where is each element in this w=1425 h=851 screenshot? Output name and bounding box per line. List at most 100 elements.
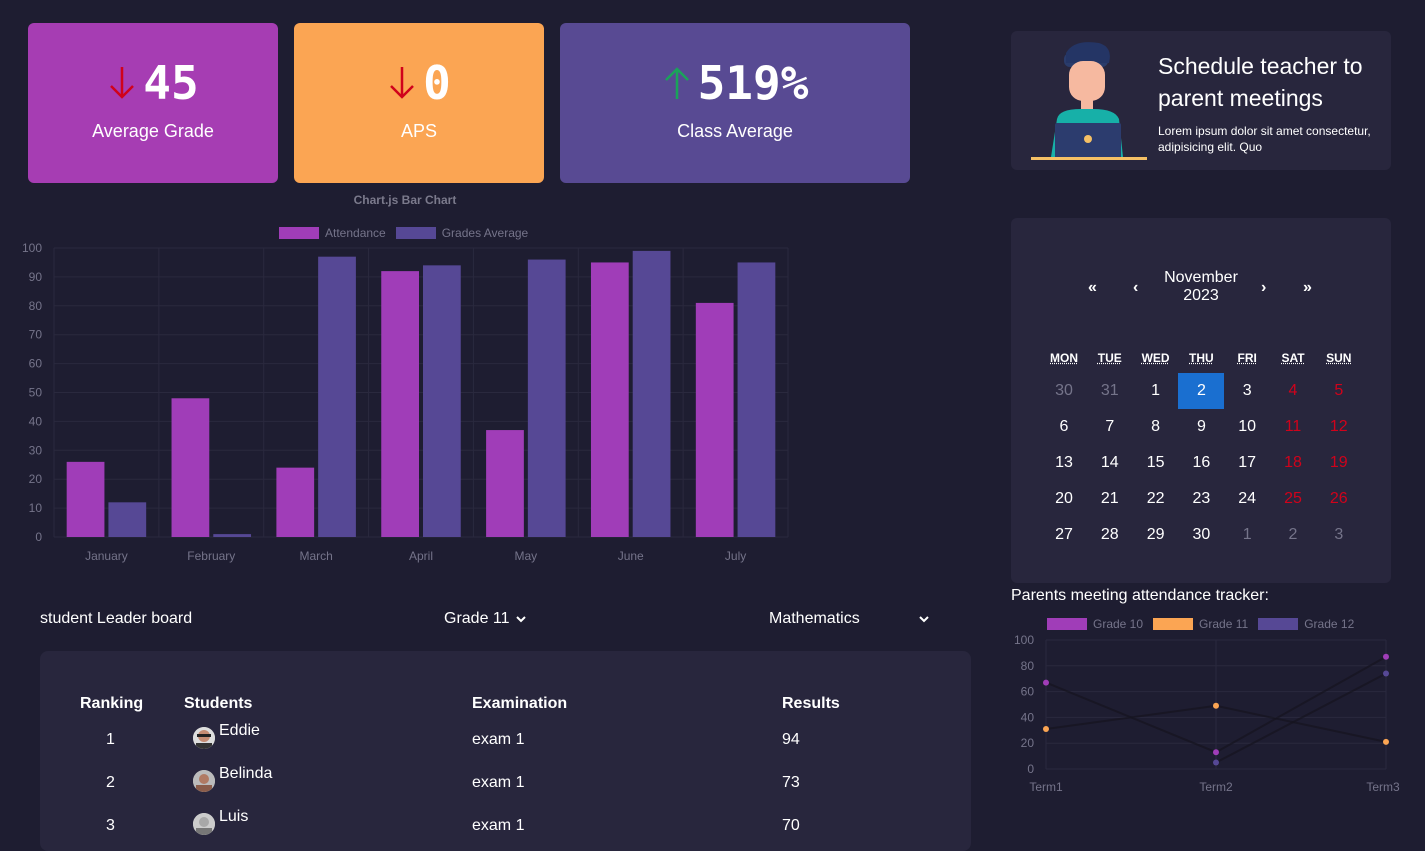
calendar-day[interactable]: 1 [1224, 517, 1270, 553]
prev-month-button[interactable]: ‹ [1133, 279, 1138, 297]
calendar-day[interactable]: 13 [1041, 445, 1087, 481]
y-tick-label: 60 [29, 357, 43, 371]
x-tick-label: Term1 [1029, 780, 1063, 794]
class-average-label: Class Average [677, 121, 793, 141]
calendar-day[interactable]: 31 [1087, 373, 1133, 409]
x-tick-label: February [187, 549, 235, 563]
calendar-day[interactable]: 21 [1087, 481, 1133, 517]
bar-chart: 0 10 20 30 40 50 60 70 80 90 100 January February Mar… [22, 241, 789, 563]
x-tick-label: June [618, 549, 644, 563]
weekday-sun: SUN [1326, 351, 1352, 365]
banner-title: Schedule teacher to parent meetings [1158, 53, 1363, 111]
subject-select-value: Mathematics [769, 610, 860, 627]
grade-select[interactable]: Grade 11 [444, 610, 526, 628]
calendar-day[interactable]: 16 [1178, 445, 1224, 481]
teacher-illustration-icon [1031, 42, 1147, 160]
student-name: Eddie [219, 722, 260, 739]
calendar-day[interactable]: 7 [1087, 409, 1133, 445]
calendar-day[interactable]: 19 [1316, 445, 1362, 481]
result-cell: 94 [782, 731, 800, 748]
aps-value: 0 [423, 56, 451, 110]
calendar-day[interactable]: 20 [1041, 481, 1087, 517]
calendar: « ‹ November 2023 › » MON TUE WED THU FRI SAT… [1011, 218, 1391, 583]
leaderboard-table: Ranking Students Examination Results 1 E… [40, 651, 971, 851]
data-point-grade-12 [1383, 670, 1389, 677]
prev-year-button[interactable]: « [1088, 279, 1097, 297]
y-tick-label: 100 [22, 241, 42, 255]
rank-cell: 3 [106, 817, 115, 834]
calendar-day[interactable]: 23 [1178, 481, 1224, 517]
bar-grades-average [527, 259, 566, 537]
calendar-day[interactable]: 3 [1316, 517, 1362, 553]
calendar-day[interactable]: 14 [1087, 445, 1133, 481]
legend-label: Grade 10 [1093, 617, 1144, 631]
calendar-day[interactable]: 9 [1178, 409, 1224, 445]
next-year-button[interactable]: » [1303, 279, 1312, 297]
legend-label: Grades Average [441, 226, 529, 240]
rank-cell: 1 [106, 731, 115, 748]
grade-select-value: Grade 11 [444, 610, 510, 627]
legend-item-attendance[interactable]: Attendance [279, 226, 386, 240]
calendar-day[interactable]: 17 [1224, 445, 1270, 481]
calendar-day[interactable]: 29 [1133, 517, 1179, 553]
legend-label: Attendance [325, 226, 386, 240]
calendar-day[interactable]: 11 [1270, 409, 1316, 445]
x-tick-label: March [299, 549, 332, 563]
calendar-day[interactable]: 26 [1316, 481, 1362, 517]
bar-grades-average [108, 502, 147, 537]
calendar-day[interactable]: 6 [1041, 409, 1087, 445]
y-tick-label: 20 [29, 472, 43, 486]
calendar-day[interactable]: 5 [1316, 373, 1362, 409]
calendar-day[interactable]: 15 [1133, 445, 1179, 481]
class-average-value: 519% [697, 56, 809, 110]
x-tick-label: May [515, 549, 538, 563]
calendar-day[interactable]: 18 [1270, 445, 1316, 481]
legend-item-grade-11[interactable]: Grade 11 [1153, 617, 1248, 631]
calendar-year: 2023 [1183, 287, 1219, 304]
calendar-month-year[interactable]: November 2023 [1151, 269, 1251, 305]
data-point-grade-11 [1043, 726, 1049, 733]
calendar-day[interactable]: 3 [1224, 373, 1270, 409]
subject-select[interactable]: Mathematics [769, 610, 929, 628]
calendar-day[interactable]: 4 [1270, 373, 1316, 409]
next-month-button[interactable]: › [1261, 279, 1266, 297]
exam-cell: exam 1 [472, 774, 525, 791]
y-tick-label: 80 [1021, 659, 1035, 673]
calendar-day[interactable]: 30 [1178, 517, 1224, 553]
calendar-day[interactable]: 25 [1270, 481, 1316, 517]
avatar [193, 813, 215, 835]
calendar-day[interactable]: 8 [1133, 409, 1179, 445]
calendar-day[interactable]: 2 [1270, 517, 1316, 553]
calendar-day[interactable]: 22 [1133, 481, 1179, 517]
bar-grades-average [423, 265, 461, 537]
calendar-day[interactable]: 2 [1178, 373, 1225, 409]
y-tick-label: 60 [1021, 685, 1035, 699]
legend-item-grades-average[interactable]: Grades Average [395, 226, 529, 240]
y-tick-label: 0 [1027, 762, 1034, 776]
line-chart: 0 20 40 60 80 100 Term1 Term2 Term3 [1014, 633, 1400, 794]
data-point-grade-12 [1213, 759, 1219, 766]
weekday-sat: SAT [1281, 351, 1305, 365]
bar-attendance [590, 262, 629, 537]
exam-cell: exam 1 [472, 817, 525, 834]
leaderboard-title: student Leader board [40, 610, 193, 627]
x-tick-label: July [725, 549, 746, 563]
legend-item-grade-10[interactable]: Grade 10 [1047, 617, 1143, 631]
calendar-day[interactable]: 27 [1041, 517, 1087, 553]
calendar-day[interactable]: 24 [1224, 481, 1270, 517]
calendar-day[interactable]: 12 [1316, 409, 1362, 445]
calendar-day[interactable]: 10 [1224, 409, 1270, 445]
schedule-meetings-banner[interactable]: Schedule teacher to parent meetings Lore… [1011, 31, 1391, 170]
legend-item-grade-12[interactable]: Grade 12 [1258, 617, 1354, 631]
student-name: Luis [219, 808, 249, 825]
calendar-day[interactable]: 28 [1087, 517, 1133, 553]
bar-chart-title: Chart.js Bar Chart [353, 193, 457, 207]
avatar [193, 727, 215, 749]
y-tick-label: 0 [35, 530, 42, 544]
legend-label: Grade 12 [1304, 617, 1355, 631]
calendar-day[interactable]: 30 [1041, 373, 1087, 409]
stat-card-class-average: 519% Class Average [560, 23, 910, 183]
chevron-down-icon [515, 616, 526, 623]
calendar-day[interactable]: 1 [1133, 373, 1179, 409]
header-examination: Examination [472, 695, 568, 712]
